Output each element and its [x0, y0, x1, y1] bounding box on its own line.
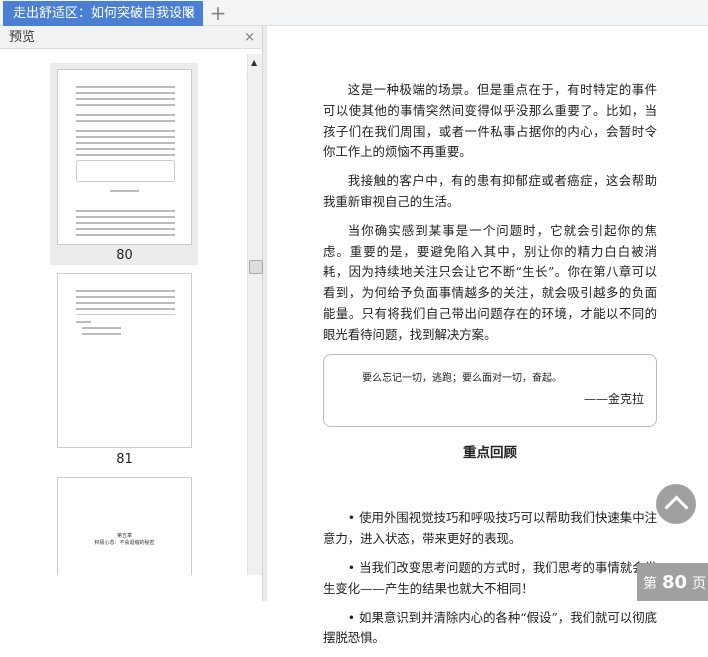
page-prefix: 第: [643, 576, 657, 592]
quote-author: ——金克拉: [583, 391, 644, 406]
tab-bar: 走出舒适区：如何突破自我设限 × +: [0, 0, 708, 26]
tab-title: 走出舒适区：如何突破自我设限: [13, 6, 196, 21]
bullet-item: • 当我们改变思考问题的方式时，我们思考的事情就会发生变化——产生的结果也就大不…: [323, 559, 657, 596]
thumbnail-list: 80 81 第五章 积极心态：不会退缩的秘密: [0, 54, 246, 575]
page-thumbnail[interactable]: 第五章 积极心态：不会退缩的秘密: [57, 477, 192, 575]
page-suffix: 页: [692, 576, 707, 592]
chapter-label: 第五章: [116, 533, 132, 539]
preview-title: 预览: [9, 30, 36, 45]
close-tab-icon[interactable]: ×: [184, 1, 195, 26]
section-heading: 重点回顾: [463, 444, 517, 461]
close-preview-icon[interactable]: ×: [244, 26, 255, 49]
bullet-item: • 使用外围视觉技巧和呼吸技巧可以帮助我们快速集中注意力，进入状态，带来更好的表…: [323, 510, 657, 547]
document-page: 这是一种极端的场景。但是重点在于，有时特定的事件可以使其他的事情突然间变得似乎没…: [323, 80, 657, 657]
current-page-number: 80: [662, 572, 688, 593]
new-tab-button[interactable]: +: [208, 0, 228, 26]
page-number-label: 81: [116, 452, 133, 467]
page-indicator: 第 80 页: [637, 563, 708, 601]
page-number-label: 80: [116, 248, 133, 263]
page-thumbnail[interactable]: [57, 273, 192, 448]
document-view: 这是一种极端的场景。但是重点在于，有时特定的事件可以使其他的事情突然间变得似乎没…: [267, 27, 708, 645]
document-tab[interactable]: 走出舒适区：如何突破自我设限 ×: [3, 1, 203, 26]
scroll-up-icon[interactable]: ▲: [251, 58, 257, 67]
quote-text: 要么忘记一切，逃跑；要么面对一切，奋起。: [362, 372, 562, 384]
page-thumbnail[interactable]: [57, 69, 192, 245]
paragraph: 这是一种极端的场景。但是重点在于，有时特定的事件可以使其他的事情突然间变得似乎没…: [323, 82, 657, 160]
bullet-item: • 如果意识到并清除内心的各种“假设”，我们就可以彻底摆脱恐惧。: [323, 609, 657, 646]
chapter-title: 积极心态：不会退缩的秘密: [94, 540, 155, 546]
scroll-to-top-button[interactable]: [656, 484, 696, 524]
preview-header: 预览 ×: [0, 26, 262, 49]
scrollbar-thumb[interactable]: [249, 260, 263, 274]
quote-box: 要么忘记一切，逃跑；要么面对一切，奋起。 ——金克拉: [323, 353, 657, 427]
paragraph: 当你确实感到某事是一个问题时，它就会引起你的焦虑。重要的是，要避免陷入其中，别让…: [323, 222, 657, 342]
paragraph: 我接触的客户中，有的患有抑郁症或者癌症，这会帮助我重新审视自己的生活。: [323, 173, 657, 209]
thumbnail-scrollbar[interactable]: ▲: [247, 54, 263, 575]
